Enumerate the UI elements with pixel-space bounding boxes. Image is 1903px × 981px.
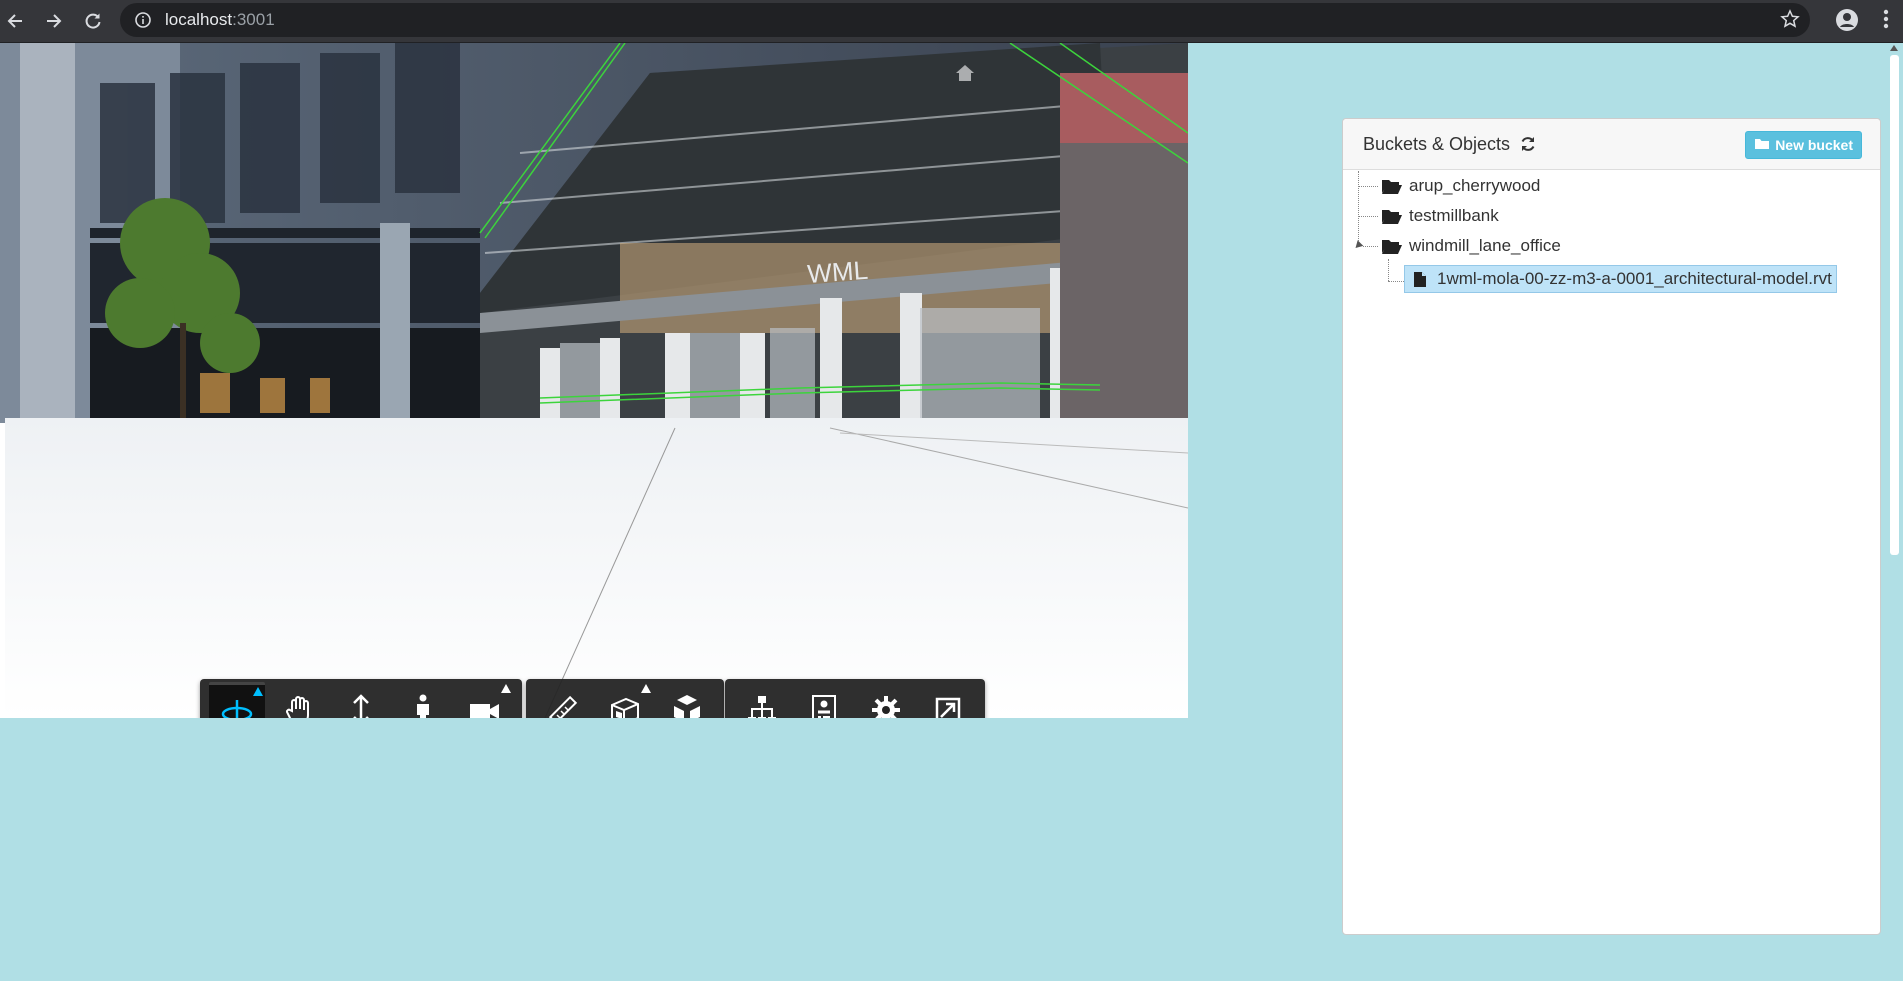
folder-open-icon: [1381, 207, 1403, 225]
tree-node-bucket[interactable]: arup_cherrywood: [1381, 173, 1540, 199]
section-icon[interactable]: [597, 682, 653, 718]
url-host: localhost: [165, 10, 233, 29]
modeling-tools: [526, 679, 724, 718]
object-name: 1wml-mola-00-zz-m3-a-0001_architectural-…: [1437, 269, 1832, 288]
new-bucket-label: New bucket: [1775, 137, 1853, 153]
model-viewport[interactable]: WML: [0, 43, 1188, 718]
orbit-icon[interactable]: [209, 682, 265, 718]
navigation-tools: [200, 679, 522, 718]
expanded-caret-icon[interactable]: [1352, 240, 1364, 251]
forward-arrow-icon[interactable]: [41, 8, 67, 34]
panel-title: Buckets & Objects: [1363, 134, 1537, 158]
measure-icon[interactable]: [535, 682, 591, 718]
settings-tools: [725, 679, 985, 718]
bucket-name: arup_cherrywood: [1409, 176, 1541, 195]
refresh-icon[interactable]: [1519, 135, 1537, 158]
fullscreen-icon[interactable]: [920, 682, 976, 718]
panel-header: Buckets & Objects New bucket: [1343, 119, 1880, 170]
camera-icon[interactable]: [457, 682, 513, 718]
page-scrollbar[interactable]: [1886, 43, 1903, 981]
model-sign-text: WML: [806, 255, 869, 289]
settings-icon[interactable]: [858, 682, 914, 718]
first-person-icon[interactable]: [395, 682, 451, 718]
address-bar[interactable]: localhost:3001: [120, 3, 1810, 37]
folder-icon: [1754, 137, 1770, 153]
reload-icon[interactable]: [80, 8, 106, 34]
url-text: localhost:3001: [165, 10, 275, 30]
forge-viewer[interactable]: WML: [0, 43, 1188, 718]
bucket-name: windmill_lane_office: [1409, 236, 1561, 255]
model-browser-icon[interactable]: [734, 682, 790, 718]
zoom-icon[interactable]: [333, 682, 389, 718]
file-icon: [1413, 271, 1427, 288]
properties-icon[interactable]: [796, 682, 852, 718]
star-icon[interactable]: [1780, 9, 1800, 34]
new-bucket-button[interactable]: New bucket: [1745, 131, 1862, 159]
tree-node-bucket[interactable]: testmillbank: [1381, 203, 1499, 229]
tree-node-bucket[interactable]: windmill_lane_office: [1381, 233, 1561, 259]
explode-icon[interactable]: [659, 682, 715, 718]
bucket-name: testmillbank: [1409, 206, 1499, 225]
tree-node-object[interactable]: 1wml-mola-00-zz-m3-a-0001_architectural-…: [1404, 265, 1837, 293]
folder-open-icon: [1381, 177, 1403, 195]
info-icon[interactable]: [134, 11, 152, 34]
folder-open-icon: [1381, 237, 1403, 255]
more-menu-icon[interactable]: [1883, 8, 1889, 35]
scrollbar-thumb[interactable]: [1890, 55, 1899, 555]
url-port: :3001: [232, 10, 275, 29]
pan-icon[interactable]: [271, 682, 327, 718]
panel-title-text: Buckets & Objects: [1363, 134, 1511, 154]
buckets-panel: Buckets & Objects New bucket arup_cherry…: [1342, 118, 1881, 935]
viewcube-home-icon[interactable]: [954, 63, 976, 88]
browser-toolbar: localhost:3001: [0, 0, 1903, 43]
profile-icon[interactable]: [1835, 8, 1859, 37]
back-arrow-icon[interactable]: [2, 8, 28, 34]
scroll-up-arrow-icon[interactable]: [1890, 45, 1898, 51]
